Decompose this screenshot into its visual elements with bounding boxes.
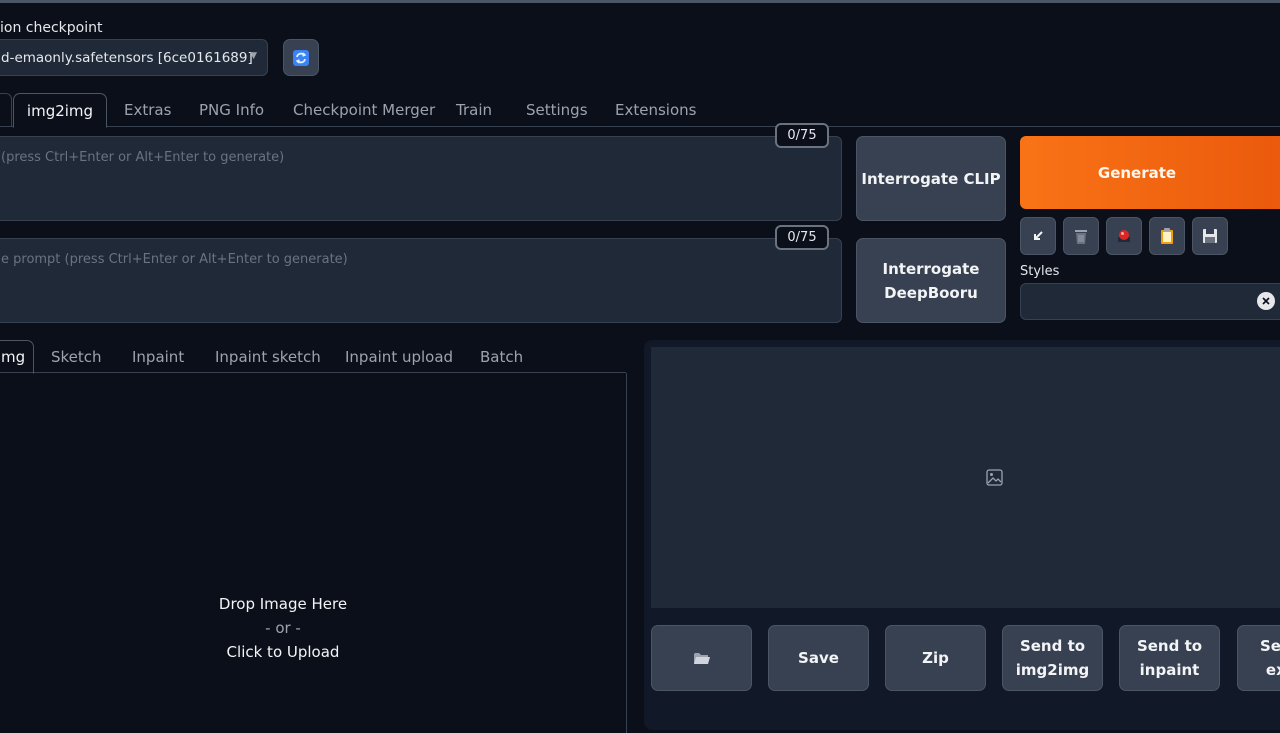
click-to-upload-text: Click to Upload — [226, 643, 340, 661]
tab-inpaint-upload[interactable]: Inpaint upload — [345, 340, 453, 373]
tab-train[interactable]: Train — [456, 93, 492, 127]
chevron-down-icon: ▼ — [250, 51, 257, 61]
clear-prompt-button[interactable] — [1063, 217, 1099, 255]
window-top-border — [0, 0, 1280, 3]
trash-icon — [1075, 230, 1087, 244]
image-placeholder-icon — [986, 469, 1003, 490]
prompt-input[interactable]: (press Ctrl+Enter or Alt+Enter to genera… — [0, 136, 842, 221]
image-upload-dropzone[interactable] — [0, 373, 627, 733]
close-icon — [1262, 297, 1270, 305]
tab-txt2img[interactable] — [0, 93, 12, 127]
extra-networks-button[interactable] — [1106, 217, 1142, 255]
tab-img2img[interactable]: img2img — [13, 93, 107, 128]
clipboard-icon — [1161, 228, 1173, 244]
dropzone-text: Drop Image Here - or - Click to Upload — [0, 592, 566, 664]
styles-label: Styles — [1020, 264, 1060, 279]
tab-png-info[interactable]: PNG Info — [199, 93, 264, 127]
red-dot-icon — [1118, 230, 1130, 242]
send-to-inpaint-label-1: Send to — [1136, 637, 1203, 655]
read-params-button[interactable] — [1020, 217, 1056, 255]
interrogate-deepbooru-label-2: DeepBooru — [884, 283, 978, 302]
clear-styles-button[interactable] — [1257, 292, 1275, 310]
or-separator: - or - — [265, 619, 301, 637]
interrogate-deepbooru-label-1: Interrogate — [882, 259, 980, 278]
folder-icon — [693, 652, 710, 664]
arrow-icon — [1034, 231, 1043, 240]
tab-extensions[interactable]: Extensions — [615, 93, 696, 127]
apply-style-button[interactable] — [1149, 217, 1185, 255]
save-icon — [1203, 229, 1217, 243]
generate-button[interactable]: Generate — [1020, 136, 1280, 209]
negative-prompt-token-counter: 0/75 — [775, 225, 829, 250]
send-to-img2img-label-1: Send to — [1019, 637, 1086, 655]
tab-inpaint[interactable]: Inpaint — [132, 340, 184, 373]
negative-prompt-input[interactable]: e prompt (press Ctrl+Enter or Alt+Enter … — [0, 238, 842, 323]
send-to-inpaint-button[interactable]: Send to inpaint — [1119, 625, 1220, 691]
send-to-extras-label-1: Sen — [1260, 637, 1280, 655]
prompt-placeholder: (press Ctrl+Enter or Alt+Enter to genera… — [1, 150, 285, 165]
save-style-button[interactable] — [1192, 217, 1228, 255]
image-mode-tab-bar: mg Sketch Inpaint Inpaint sketch Inpaint… — [0, 340, 626, 374]
send-to-extras-button[interactable]: Sen ex — [1237, 625, 1280, 691]
generate-label: Generate — [1097, 163, 1177, 182]
main-tab-bar: img2img Extras PNG Info Checkpoint Merge… — [0, 93, 1280, 128]
refresh-checkpoint-button[interactable] — [283, 39, 319, 76]
send-to-extras-label-2: ex — [1265, 661, 1280, 679]
refresh-icon — [293, 49, 309, 66]
output-gallery — [651, 347, 1280, 608]
tab-checkpoint-merger[interactable]: Checkpoint Merger — [293, 93, 435, 127]
send-to-inpaint-label-2: inpaint — [1139, 661, 1200, 679]
tab-inpaint-sketch[interactable]: Inpaint sketch — [215, 340, 321, 373]
tab-settings[interactable]: Settings — [526, 93, 588, 127]
tab-img2img-mode[interactable]: mg — [0, 340, 34, 374]
open-folder-button[interactable] — [651, 625, 752, 691]
tab-sketch[interactable]: Sketch — [51, 340, 102, 373]
send-to-img2img-button[interactable]: Send to img2img — [1002, 625, 1103, 691]
interrogate-deepbooru-button[interactable]: Interrogate DeepBooru — [856, 238, 1006, 323]
styles-dropdown[interactable] — [1020, 283, 1280, 320]
tab-batch[interactable]: Batch — [480, 340, 523, 373]
tab-extras[interactable]: Extras — [124, 93, 171, 127]
drop-image-here-text: Drop Image Here — [218, 595, 348, 613]
send-to-img2img-label-2: img2img — [1015, 661, 1090, 679]
checkpoint-label: ion checkpoint — [0, 20, 103, 36]
checkpoint-value: d-emaonly.safetensors [6ce0161689] — [1, 49, 253, 66]
prompt-token-counter: 0/75 — [775, 123, 829, 148]
negative-prompt-placeholder: e prompt (press Ctrl+Enter or Alt+Enter … — [1, 252, 348, 267]
save-button[interactable]: Save — [768, 625, 869, 691]
checkpoint-dropdown[interactable]: d-emaonly.safetensors [6ce0161689] ▼ — [0, 39, 268, 76]
interrogate-clip-button[interactable]: Interrogate CLIP — [856, 136, 1006, 221]
zip-button[interactable]: Zip — [885, 625, 986, 691]
